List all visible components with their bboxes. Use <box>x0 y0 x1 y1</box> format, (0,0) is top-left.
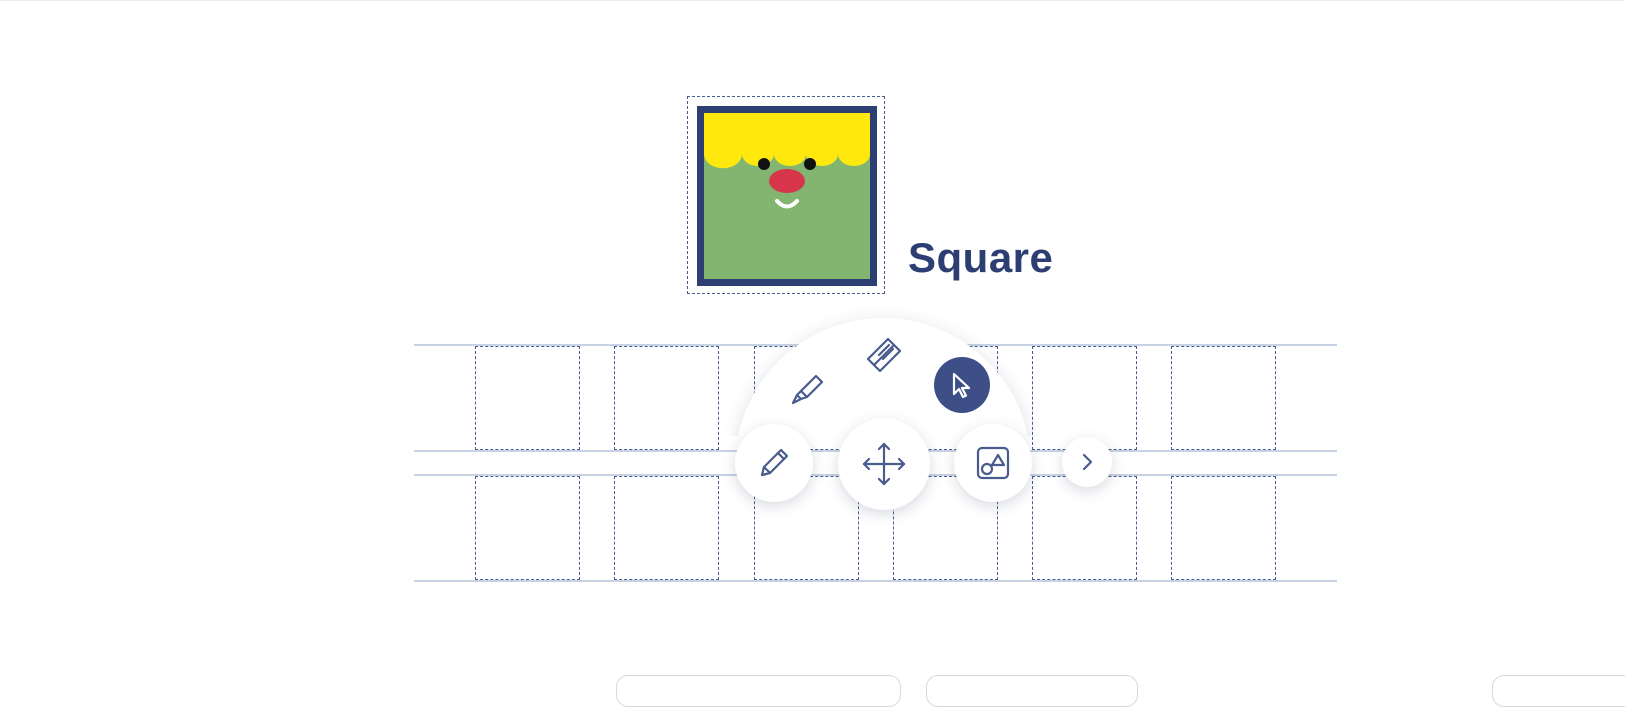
marker-icon <box>791 374 824 405</box>
shapes-tool-button[interactable] <box>954 424 1032 502</box>
move-icon <box>862 442 906 486</box>
pointer-icon <box>952 372 971 399</box>
pencil-tool-button[interactable] <box>735 424 813 502</box>
chevron-right-icon <box>1082 453 1093 471</box>
trace-box[interactable] <box>475 476 580 580</box>
trace-box[interactable] <box>614 346 719 450</box>
guide-line <box>414 580 1337 582</box>
shape-name-label: Square <box>908 234 1054 281</box>
pencil-icon <box>760 448 789 477</box>
trace-box[interactable] <box>475 346 580 450</box>
pointer-tool-button[interactable] <box>934 357 990 413</box>
marker-tool-button[interactable] <box>778 360 836 418</box>
trace-box[interactable] <box>1171 476 1276 580</box>
trace-box[interactable] <box>614 476 719 580</box>
square-character-image <box>697 106 877 286</box>
eraser-icon <box>866 337 902 373</box>
top-divider <box>0 0 1625 1</box>
eraser-tool-button[interactable] <box>855 326 913 384</box>
move-tool-button[interactable] <box>838 418 930 510</box>
toolbar-next-button[interactable] <box>1062 437 1112 487</box>
trace-box[interactable] <box>1032 476 1137 580</box>
trace-box[interactable] <box>1032 346 1137 450</box>
trace-box[interactable] <box>1171 346 1276 450</box>
shapes-icon <box>976 446 1010 480</box>
